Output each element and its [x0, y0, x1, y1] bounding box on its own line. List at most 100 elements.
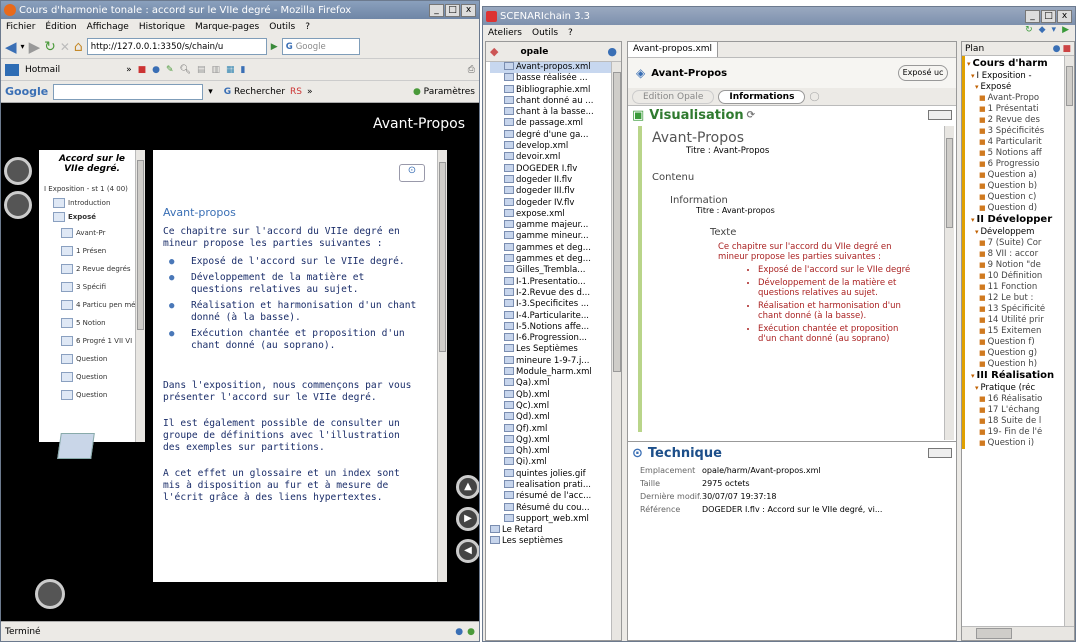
file-tree-item[interactable]: mineure 1-9-7.j... [490, 355, 621, 367]
plan-item[interactable]: ■ 3 Spécificités [967, 126, 1074, 137]
file-tree-scrollbar[interactable] [611, 62, 621, 640]
plan-item[interactable]: ▾ III Réalisation [967, 370, 1074, 383]
file-tree-item[interactable]: gamme majeur... [490, 220, 621, 231]
url-bar[interactable]: http://127.0.0.1:3350/s/chain/u [86, 38, 267, 55]
plan-scrollbar[interactable] [1064, 56, 1074, 626]
scenari-menu-item[interactable]: ? [568, 28, 573, 38]
nav-next-button[interactable]: ▶ [456, 507, 479, 531]
back-button[interactable]: ◀ [5, 38, 17, 56]
side-button-2[interactable] [4, 191, 32, 219]
course-nav-item[interactable]: 4 Particu pen mé [61, 296, 145, 314]
file-tree-item[interactable]: Gilles_Trembla... [490, 265, 621, 276]
file-tree-item[interactable]: I-2.Revue des d... [490, 287, 621, 299]
go-button[interactable]: ▶ [271, 42, 278, 52]
plan-item[interactable]: ■ 8 VII : accor [967, 249, 1074, 260]
plan-hscrollbar[interactable] [962, 626, 1074, 640]
plan-item[interactable]: ■ 15 Exitemen [967, 326, 1074, 337]
menu-item[interactable]: Marque-pages [195, 22, 259, 32]
plan-item[interactable]: ■ 13 Spécificité [967, 304, 1074, 315]
plan-item[interactable]: ▾ Pratique (réc [967, 383, 1074, 394]
scenari-maximize-button[interactable]: □ [1041, 9, 1056, 23]
workshop-selector[interactable]: ◆ opale ● [486, 42, 621, 62]
course-nav-item[interactable]: Question [61, 386, 145, 404]
maximize-button[interactable]: □ [445, 3, 460, 17]
toolbar-icon-8[interactable]: ▮ [241, 65, 246, 75]
file-tree-item[interactable]: Module_harm.xml [490, 367, 621, 378]
google-more[interactable]: » [307, 87, 313, 97]
file-tree-item[interactable]: support_web.xml [490, 513, 621, 525]
google-params[interactable]: ● Paramètres [413, 87, 475, 97]
file-tree-item[interactable]: develop.xml [490, 141, 621, 152]
course-nav-item[interactable]: I Exposition - st 1 (4 00) [41, 182, 145, 196]
course-nav-item[interactable]: Avant-Pr [61, 224, 145, 242]
plan-item[interactable]: ■ 19- Fin de l'é [967, 427, 1074, 438]
plan-item[interactable]: ■ 6 Progressio [967, 159, 1074, 170]
firefox-titlebar[interactable]: Cours d'harmonie tonale : accord sur le … [1, 1, 479, 19]
google-rss[interactable]: RS [290, 87, 302, 97]
course-nav-item[interactable]: 3 Spécifi [61, 278, 145, 296]
toolbar-icon-1[interactable]: ■ [138, 65, 147, 75]
file-tree-item[interactable]: gamme mineur... [490, 231, 621, 242]
file-tree-item[interactable]: dogeder IV.flv [490, 197, 621, 209]
plan-item[interactable]: ■ 7 (Suite) Cor [967, 238, 1074, 249]
course-nav-item[interactable]: Exposé [53, 210, 145, 224]
file-tree-item[interactable]: I-1.Presentatio... [490, 276, 621, 288]
plan-item[interactable]: ■ 5 Notions aff [967, 148, 1074, 159]
plan-item[interactable]: ▾ Exposé [967, 82, 1074, 93]
google-search-input[interactable] [53, 83, 204, 100]
minimize-button[interactable]: _ [429, 3, 444, 17]
search-input[interactable]: G Google [281, 38, 360, 55]
plan-item[interactable]: ▾ II Développer [967, 214, 1074, 227]
plan-item[interactable]: ■ Question g) [967, 348, 1074, 359]
plan-item[interactable]: ■ Question d) [967, 203, 1074, 214]
file-tree-item[interactable]: degré d'une ga... [490, 129, 621, 141]
file-tree-item[interactable]: dogeder III.flv [490, 186, 621, 197]
toolbar-play-icon[interactable]: ▶ [1062, 25, 1069, 35]
course-nav-item[interactable]: 6 Progré 1 VII VI [61, 332, 145, 350]
file-tree-item[interactable]: Qg).xml [490, 434, 621, 446]
plan-item[interactable]: ■ Question h) [967, 359, 1074, 370]
file-tree-item[interactable]: I-6.Progression... [490, 333, 621, 344]
toolbar-nav-icon[interactable]: ◆ [1039, 25, 1046, 35]
plan-item[interactable]: ■ 1 Présentati [967, 104, 1074, 115]
file-tree-item[interactable]: DOGEDER I.flv [490, 163, 621, 175]
tab-edition-opale[interactable]: Edition Opale [632, 89, 715, 104]
plan-item[interactable]: ■ 18 Suite de l [967, 416, 1074, 427]
menu-item[interactable]: Outils [269, 22, 295, 32]
menu-item[interactable]: Affichage [87, 22, 129, 32]
course-nav-item[interactable]: Introduction [53, 196, 145, 210]
nav-prev-button[interactable]: ◀ [456, 539, 479, 563]
file-tree-item[interactable]: Qf).xml [490, 423, 621, 435]
toolbar-icon-5[interactable]: ▤ [197, 65, 206, 75]
reload-icon[interactable]: ↻ [44, 39, 56, 55]
file-tree-item[interactable]: basse réalisée ... [490, 73, 621, 84]
editor-tab[interactable]: Avant-propos.xml [628, 42, 719, 57]
nav-scrollbar[interactable] [135, 150, 145, 442]
toolbar-icon-7[interactable]: ▦ [226, 65, 235, 75]
toolbar-icon-3[interactable]: ✎ [166, 65, 174, 75]
course-nav-item[interactable]: Question [61, 368, 145, 386]
plan-item[interactable]: ▾ I Exposition - [967, 71, 1074, 82]
home-round-button[interactable] [35, 579, 65, 609]
file-tree-item[interactable]: Bibliographie.xml [490, 84, 621, 96]
tab-informations[interactable]: Informations [718, 89, 806, 104]
file-tree-item[interactable]: quintes jolies.gif [490, 468, 621, 480]
stop-icon[interactable]: ✕ [60, 40, 70, 54]
toolbar-dropdown-icon[interactable]: ▾ [1052, 25, 1057, 35]
file-tree-item[interactable]: Qd).xml [490, 412, 621, 423]
close-button[interactable]: x [461, 3, 476, 17]
plan-item[interactable]: ▾ Développem [967, 227, 1074, 238]
file-tree-item[interactable]: chant à la basse... [490, 107, 621, 118]
file-tree-item[interactable]: Qb).xml [490, 389, 621, 401]
toolbar-icon-4[interactable]: 🔍︎ [180, 65, 191, 75]
file-tree-item[interactable]: résumé de l'acc... [490, 491, 621, 502]
menu-item[interactable]: Fichier [6, 22, 35, 32]
tab-extra-icon[interactable]: ◯ [809, 92, 819, 102]
plan-item[interactable]: ■ Avant-Propo [967, 93, 1074, 104]
print-icon[interactable]: ⎙ [468, 65, 475, 75]
file-tree-item[interactable]: I-4.Particularite... [490, 310, 621, 322]
file-tree-item[interactable]: Les septièmes [490, 536, 621, 547]
scenari-titlebar[interactable]: SCENARIchain 3.3 _ □ x [483, 7, 1075, 25]
plan-item[interactable]: ■ Question i) [967, 438, 1074, 449]
plan-item[interactable]: ■ 4 Particularit [967, 137, 1074, 148]
